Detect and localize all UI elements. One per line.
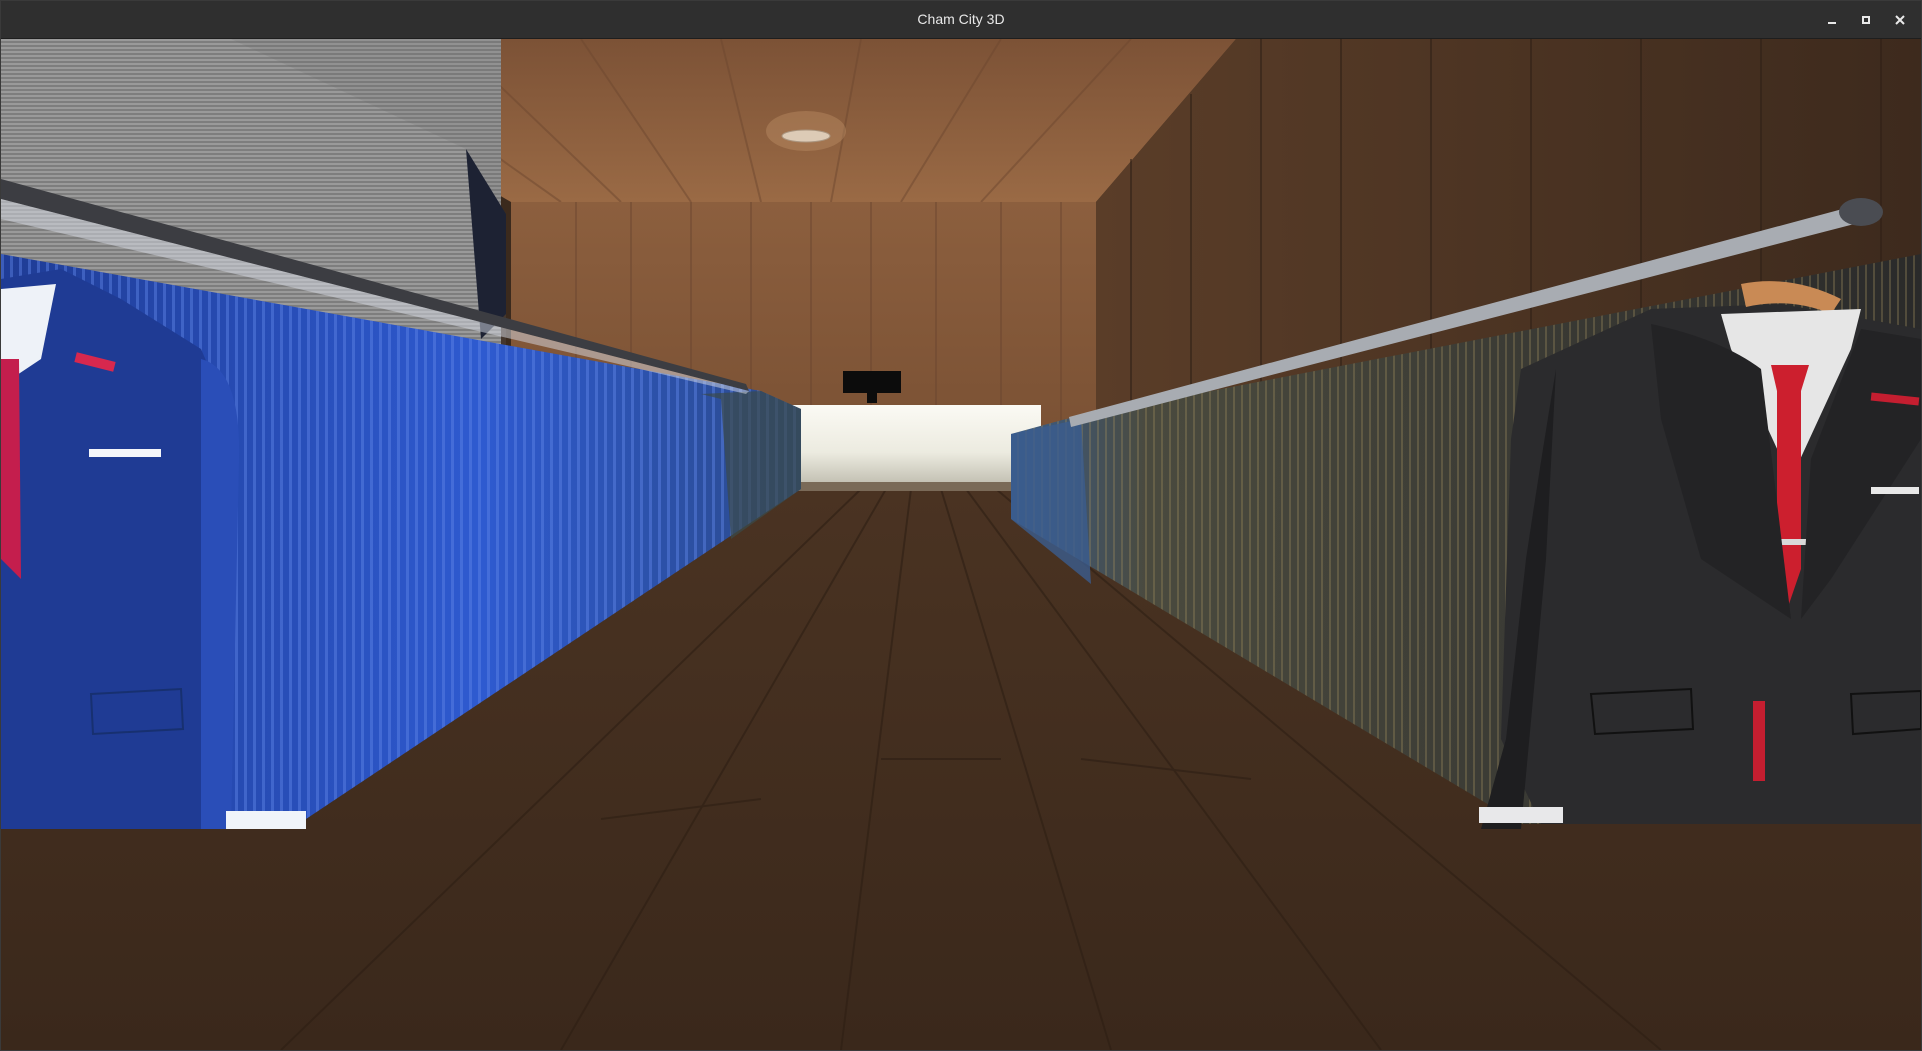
maximize-button[interactable]	[1853, 7, 1879, 33]
title-bar[interactable]: Cham City 3D	[1, 1, 1921, 39]
close-button[interactable]	[1887, 7, 1913, 33]
minimize-button[interactable]	[1819, 7, 1845, 33]
scene-render	[1, 39, 1921, 1050]
close-icon	[1895, 14, 1905, 25]
game-viewport[interactable]	[1, 39, 1921, 1050]
app-window: Cham City 3D	[0, 0, 1922, 1051]
maximize-icon	[1862, 15, 1870, 24]
window-title: Cham City 3D	[917, 11, 1005, 27]
window-controls	[1819, 1, 1913, 38]
minimize-icon	[1828, 21, 1836, 24]
